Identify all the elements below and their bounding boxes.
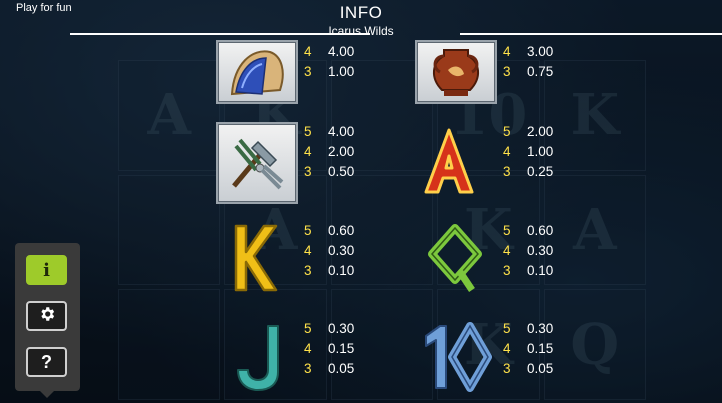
- winged-helmet-icon: [216, 40, 298, 104]
- ten-pays: 5 0.30 4 0.15 3 0.05: [503, 321, 554, 376]
- info-button[interactable]: i: [26, 255, 67, 285]
- greek-vase-icon: [415, 40, 497, 104]
- title-divider-right: [460, 33, 722, 35]
- question-icon: ?: [41, 351, 52, 372]
- tools-pays: 5 4.00 4 2.00 3 0.50: [304, 124, 355, 179]
- game-name: Icarus Wilds: [328, 24, 394, 38]
- menu-pointer: [40, 391, 54, 398]
- title-divider-left: [70, 33, 370, 35]
- pliers-hammer-icon: [216, 122, 298, 204]
- helmet-pays: 4 4.00 3 1.00: [304, 44, 355, 79]
- help-button[interactable]: ?: [26, 347, 67, 377]
- info-icon: i: [43, 259, 50, 281]
- gear-icon: [38, 305, 56, 328]
- a-pays: 5 2.00 4 1.00 3 0.25: [503, 124, 554, 179]
- vase-pays: 4 3.00 3 0.75: [503, 44, 554, 79]
- letter-a-icon: [420, 126, 478, 198]
- settings-button[interactable]: [26, 301, 67, 331]
- page-title: INFO: [339, 3, 383, 22]
- info-overlay: [0, 0, 722, 403]
- number-10-icon: [418, 322, 492, 392]
- letter-q-icon: [428, 224, 482, 294]
- letter-j-icon: [232, 322, 284, 392]
- side-menu: i ?: [15, 243, 80, 391]
- k-pays: 5 0.60 4 0.30 3 0.10: [304, 223, 355, 278]
- letter-k-icon: [230, 222, 278, 294]
- j-pays: 5 0.30 4 0.15 3 0.05: [304, 321, 355, 376]
- q-pays: 5 0.60 4 0.30 3 0.10: [503, 223, 554, 278]
